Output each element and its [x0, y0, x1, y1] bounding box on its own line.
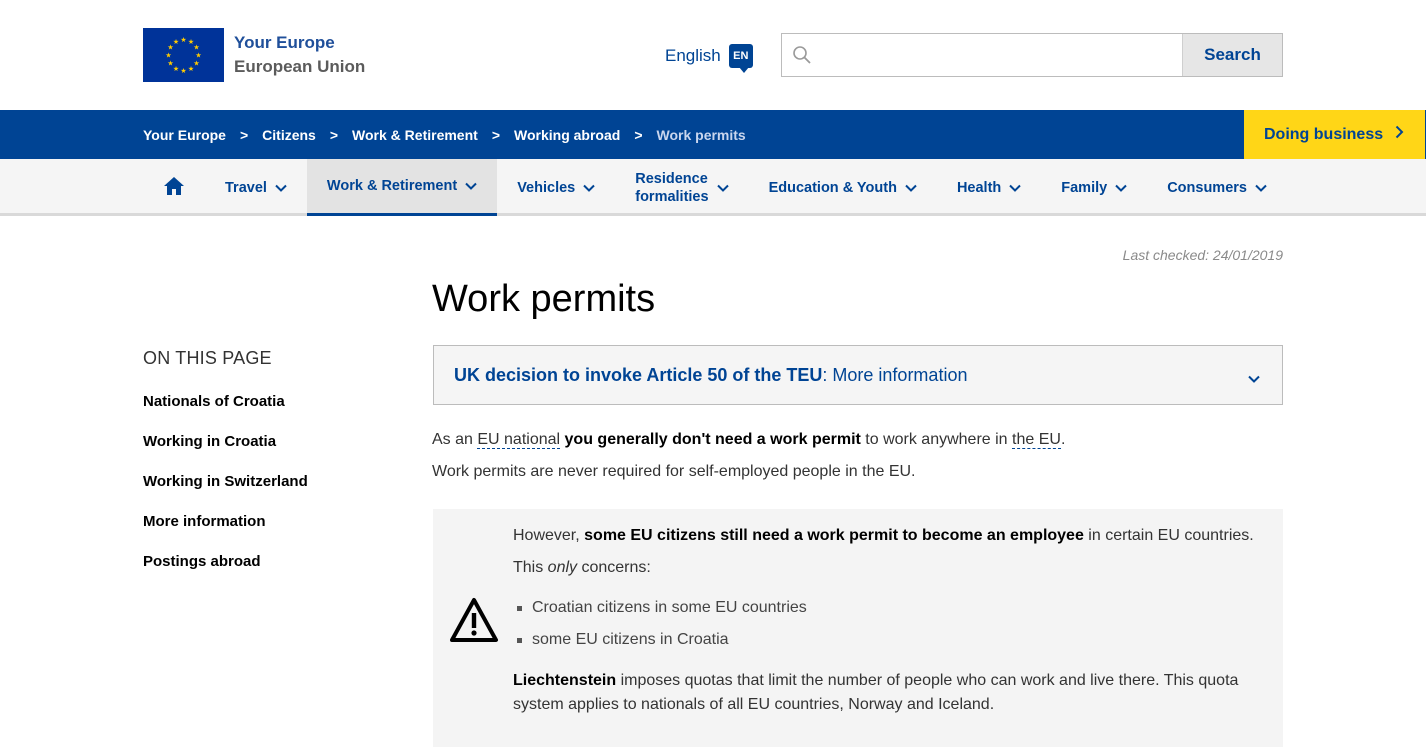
search-input[interactable] — [822, 34, 1182, 76]
site-subtitle: European Union — [234, 57, 366, 76]
nav-item-vehicles[interactable]: Vehicles — [497, 159, 615, 216]
last-checked-date: Last checked: 24/01/2019 — [1122, 247, 1283, 263]
toc-item-more-information[interactable]: More information — [143, 513, 308, 553]
chevron-down-icon — [465, 178, 477, 194]
toc-list: Nationals of Croatia Working in Croatia … — [143, 393, 308, 593]
svg-text:★: ★ — [165, 52, 171, 60]
svg-text:★: ★ — [173, 38, 179, 46]
chevron-down-icon — [1255, 180, 1267, 196]
chevron-down-icon — [1009, 180, 1021, 196]
nav-item-work-retirement[interactable]: Work & Retirement — [306, 159, 498, 216]
toc-item-working-in-switzerland[interactable]: Working in Switzerland — [143, 473, 308, 513]
nav-item-travel[interactable]: Travel — [205, 159, 307, 216]
warning-icon — [449, 597, 499, 648]
warning-line-2: This only concerns: — [513, 559, 651, 576]
toc-item-postings-abroad[interactable]: Postings abroad — [143, 553, 308, 593]
breadcrumb-item-working-abroad[interactable]: Working abroad — [514, 127, 620, 143]
breadcrumb-separator: > — [329, 126, 339, 143]
page-title: Work permits — [432, 278, 656, 320]
bullet-icon — [517, 605, 522, 611]
breadcrumb: Your Europe > Citizens > Work & Retireme… — [143, 110, 746, 159]
svg-text:★: ★ — [188, 65, 194, 73]
home-button[interactable] — [143, 159, 205, 216]
breadcrumb-item-current: Work permits — [656, 126, 746, 143]
doing-business-label: Doing business — [1264, 125, 1384, 143]
svg-text:★: ★ — [193, 44, 199, 52]
language-selector[interactable]: English EN — [665, 44, 753, 73]
breadcrumb-item-work-retirement[interactable]: Work & Retirement — [352, 127, 478, 143]
chevron-down-icon — [1115, 180, 1127, 196]
search-bar: Search — [781, 33, 1283, 77]
warning-box: However, some EU citizens still need a w… — [433, 509, 1283, 747]
nav-item-consumers[interactable]: Consumers — [1147, 159, 1287, 216]
breadcrumb-item-citizens[interactable]: Citizens — [262, 127, 316, 143]
warning-line-1: However, some EU citizens still need a w… — [513, 527, 1254, 544]
breadcrumb-separator: > — [239, 126, 249, 143]
svg-text:★: ★ — [173, 65, 179, 73]
chevron-down-icon — [275, 180, 287, 196]
site-logo[interactable]: ★ ★ ★ ★ ★ ★ ★ ★ ★ ★ ★ ★ Your Europe Euro… — [143, 28, 365, 82]
search-button[interactable]: Search — [1182, 34, 1282, 76]
chevron-down-icon — [1248, 367, 1260, 388]
self-employed-paragraph: Work permits are never required for self… — [432, 463, 916, 480]
language-label: English — [665, 46, 721, 65]
toc-item-working-in-croatia[interactable]: Working in Croatia — [143, 433, 308, 473]
language-code-icon: EN — [728, 44, 753, 73]
home-icon — [163, 175, 185, 201]
svg-text:★: ★ — [180, 67, 186, 75]
site-header: ★ ★ ★ ★ ★ ★ ★ ★ ★ ★ ★ ★ Your Europe Euro… — [0, 0, 1426, 110]
site-title: Your Europe — [234, 33, 335, 52]
the-eu-link[interactable]: the EU — [1012, 431, 1061, 449]
breadcrumb-separator: > — [491, 126, 500, 143]
eu-national-link[interactable]: EU national — [477, 431, 561, 449]
chevron-down-icon — [583, 180, 595, 196]
toc-item-nationals-of-croatia[interactable]: Nationals of Croatia — [143, 393, 308, 433]
nav-item-education-youth[interactable]: Education & Youth — [749, 159, 937, 216]
list-item: Croatian citizens in some EU countries — [517, 599, 807, 617]
nav-item-family[interactable]: Family — [1041, 159, 1147, 216]
liechtenstein-paragraph: Liechtenstein imposes quotas that limit … — [513, 672, 1239, 713]
svg-text:★: ★ — [180, 36, 186, 44]
breadcrumb-item-your-europe[interactable]: Your Europe — [143, 127, 226, 143]
svg-text:★: ★ — [193, 60, 199, 68]
intro-paragraph: As an EU national you generally don't ne… — [432, 431, 1066, 449]
accordion-title: UK decision to invoke Article 50 of the … — [454, 364, 823, 385]
nav-item-residence-formalities[interactable]: Residence formalities — [615, 159, 748, 216]
toc-title: ON THIS PAGE — [143, 348, 272, 368]
list-item: some EU citizens in Croatia — [517, 631, 729, 649]
breadcrumb-band: Your Europe > Citizens > Work & Retireme… — [0, 110, 1426, 159]
svg-text:★: ★ — [167, 60, 173, 68]
svg-text:★: ★ — [195, 52, 201, 60]
doing-business-button[interactable]: Doing business — [1244, 110, 1425, 159]
eu-flag-icon: ★ ★ ★ ★ ★ ★ ★ ★ ★ ★ ★ ★ — [143, 28, 224, 82]
chevron-down-icon — [716, 179, 729, 197]
search-icon — [782, 34, 822, 76]
breadcrumb-separator: > — [634, 126, 643, 143]
main-nav: Travel Work & Retirement Vehicles Reside… — [0, 159, 1426, 216]
brexit-accordion[interactable]: UK decision to invoke Article 50 of the … — [433, 345, 1283, 405]
accordion-subtitle: : More information — [822, 364, 968, 385]
nav-item-health[interactable]: Health — [937, 159, 1041, 216]
chevron-down-icon — [905, 180, 917, 196]
chevron-right-icon — [1395, 125, 1404, 144]
bullet-icon — [517, 637, 522, 643]
